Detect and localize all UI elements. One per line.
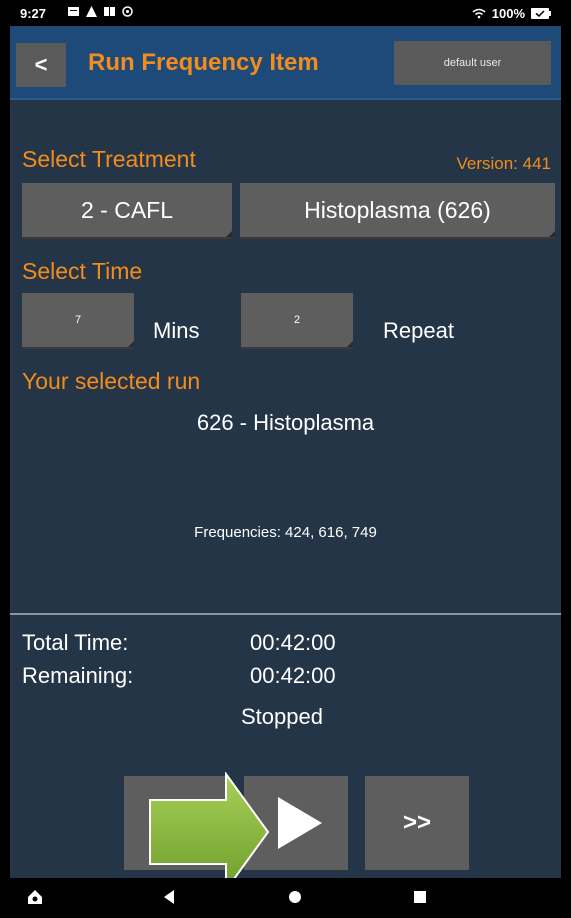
battery-icon [531,8,551,19]
next-button-label: >> [402,809,432,836]
remaining-label: Remaining: [22,663,134,688]
repeat-value: 2 [293,314,301,326]
wifi-icon [472,8,486,19]
frequencies-text: Frequencies: 424, 616, 749 [194,524,377,541]
status-right: 100% [472,6,551,21]
home-app-icon[interactable] [26,888,44,906]
play-arrow-overlay-icon [149,772,270,892]
select-treatment-label: Select Treatment [22,146,196,172]
button-corner [549,231,555,237]
item-button-label: Histoplasma (626) [304,196,491,223]
back-nav-icon[interactable] [162,888,176,906]
device-frame: 9:27 100% < Run Frequency Item default u… [0,0,571,918]
battery-percent: 100% [491,6,525,21]
remaining-value: 00:42:00 [250,663,336,688]
alert-icon [86,6,97,17]
status-time: 9:27 [20,6,47,21]
button-corner [128,341,134,347]
back-button[interactable]: < [16,43,66,87]
select-time-label: Select Time [22,258,143,284]
category-button[interactable]: 2 - CAFL [22,183,232,239]
item-button[interactable]: Histoplasma (626) [240,183,555,239]
user-button[interactable]: default user [394,41,551,85]
recents-nav-icon[interactable] [412,888,428,906]
minutes-button[interactable]: 7 [22,293,134,349]
button-corner [347,341,353,347]
repeat-label: Repeat [383,318,454,343]
status-icons [68,6,133,17]
category-button-label: 2 - CAFL [80,196,174,223]
total-time-label: Total Time: [22,630,129,655]
minutes-label: Mins [153,318,200,343]
run-status: Stopped [241,704,323,729]
version-label: Version: 441 [456,154,551,173]
book-icon [104,7,115,16]
app-screen: < Run Frequency Item default user Select… [10,26,561,878]
status-bar: 9:27 100% [10,0,561,26]
selected-run-name: 626 - Histoplasma [196,410,375,435]
page-title: Run Frequency Item [88,49,319,76]
home-nav-icon[interactable] [286,888,304,906]
selected-run-label: Your selected run [22,368,201,394]
minutes-value: 7 [74,314,82,326]
message-icon [68,7,79,16]
total-time-value: 00:42:00 [250,630,336,655]
next-button[interactable]: >> [365,776,469,870]
header-bar: < Run Frequency Item default user [10,26,561,100]
play-icon [278,797,322,849]
android-nav-bar [10,878,561,918]
settings-icon [122,6,133,17]
repeat-button[interactable]: 2 [241,293,353,349]
button-corner [226,231,232,237]
divider [10,613,561,615]
